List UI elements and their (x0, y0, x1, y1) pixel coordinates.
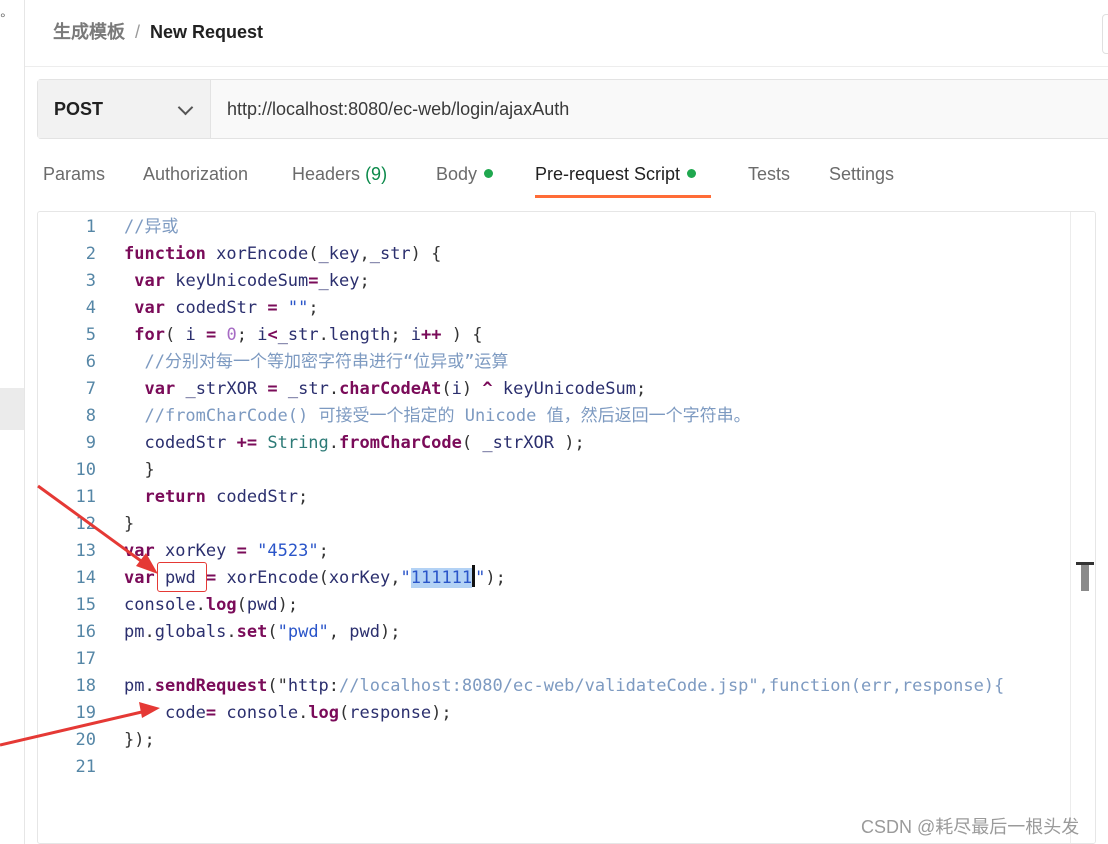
method-label: POST (54, 99, 104, 119)
breadcrumb: 生成模板 / New Request (53, 18, 263, 44)
header-action-button[interactable] (1102, 14, 1108, 54)
tab-settings[interactable]: Settings (829, 164, 894, 185)
code-line: //fromCharCode() 可接受一个指定的 Unicode 值，然后返回… (144, 406, 751, 426)
code-line: for( i = 0; i<_str.length; i++ ) { (134, 325, 483, 345)
line-number: 16 (75, 622, 96, 642)
chevron-down-icon (177, 99, 194, 116)
line-number: 10 (75, 460, 96, 480)
status-dot-icon (687, 169, 697, 178)
line-number: 9 (85, 433, 96, 453)
line-number: 5 (85, 325, 96, 345)
request-tabs: Params Authorization Headers (9) Body Pr… (37, 150, 1108, 200)
line-number: 19 (75, 703, 96, 723)
line-number: 1 (85, 217, 96, 237)
code-line: //异或 (124, 217, 179, 237)
pwd-highlight-box (157, 562, 207, 592)
sidebar-selected-item[interactable] (0, 388, 24, 430)
code-line: pm.sendRequest("http://localhost:8080/ec… (124, 676, 1005, 696)
code-area[interactable]: //异或 function xorEncode(_key,_str) { var… (124, 214, 1095, 781)
line-number: 2 (85, 244, 96, 264)
line-number: 12 (75, 514, 96, 534)
code-line: console.log(pwd); (124, 595, 299, 615)
line-number: 15 (75, 595, 96, 615)
line-number: 6 (85, 352, 96, 372)
tab-pre-request-script-label: Pre-request Script (535, 164, 681, 184)
line-number: 21 (75, 757, 96, 777)
code-line: function xorEncode(_key,_str) { (124, 244, 442, 264)
line-number: 20 (75, 730, 96, 750)
headers-count-badge: (9) (365, 164, 388, 184)
scroll-thumb[interactable] (1081, 565, 1089, 591)
tab-tests[interactable]: Tests (748, 164, 790, 185)
editor-scrollbar[interactable] (1070, 212, 1095, 843)
code-line: pm.globals.set("pwd", pwd); (124, 622, 401, 642)
url-input[interactable]: http://localhost:8080/ec-web/login/ajaxA… (227, 99, 569, 120)
tab-pre-request-script[interactable]: Pre-request Script (535, 164, 697, 185)
line-number: 3 (85, 271, 96, 291)
code-line: code= console.log(response); (164, 703, 452, 723)
tab-headers[interactable]: Headers (9) (292, 164, 387, 185)
code-line: }); (124, 730, 155, 750)
left-sidebar-strip: ° (0, 0, 25, 844)
script-editor[interactable]: 1 2 3 4 5 6 7 8 9 10 11 12 13 14 15 16 1… (37, 211, 1096, 844)
tab-authorization[interactable]: Authorization (143, 164, 248, 185)
status-dot-icon (484, 169, 494, 178)
breadcrumb-current[interactable]: New Request (150, 22, 263, 42)
tab-params[interactable]: Params (43, 164, 105, 185)
url-bar: POST http://localhost:8080/ec-web/login/… (37, 79, 1108, 139)
tab-body[interactable]: Body (436, 164, 494, 185)
line-number: 17 (75, 649, 96, 669)
small-circle-icon: ° (0, 10, 6, 26)
watermark: CSDN @耗尽最后一根头发 (861, 817, 1080, 837)
line-number: 7 (85, 379, 96, 399)
tab-headers-label: Headers (292, 164, 361, 184)
code-line: } (124, 514, 135, 534)
line-number: 13 (75, 541, 96, 561)
breadcrumb-parent[interactable]: 生成模板 (53, 22, 125, 42)
code-line: //分别对每一个等加密字符串进行“位异或”运算 (144, 352, 509, 372)
line-number: 8 (85, 406, 96, 426)
code-line: } (124, 460, 155, 480)
line-number: 18 (75, 676, 96, 696)
code-line: var codedStr = ""; (134, 298, 319, 318)
code-line: var _strXOR = _str.charCodeAt(i) ^ keyUn… (144, 379, 647, 399)
code-line: return codedStr; (144, 487, 309, 507)
code-line: var keyUnicodeSum=_key; (134, 271, 370, 291)
code-line: codedStr += String.fromCharCode( _strXOR… (144, 433, 585, 453)
method-select[interactable]: POST (38, 80, 211, 138)
code-line: var pwd = xorEncode(xorKey,"111111 "); (124, 565, 1095, 592)
line-number: 4 (85, 298, 96, 318)
code-line: var xorKey = "4523"; (124, 541, 329, 561)
tab-body-label: Body (436, 164, 478, 184)
request-header: 生成模板 / New Request (25, 0, 1108, 67)
line-number: 11 (75, 487, 96, 507)
line-number-gutter: 1 2 3 4 5 6 7 8 9 10 11 12 13 14 15 16 1… (38, 214, 96, 781)
active-tab-indicator (535, 195, 711, 198)
line-number: 14 (75, 568, 96, 588)
breadcrumb-separator: / (135, 22, 141, 42)
